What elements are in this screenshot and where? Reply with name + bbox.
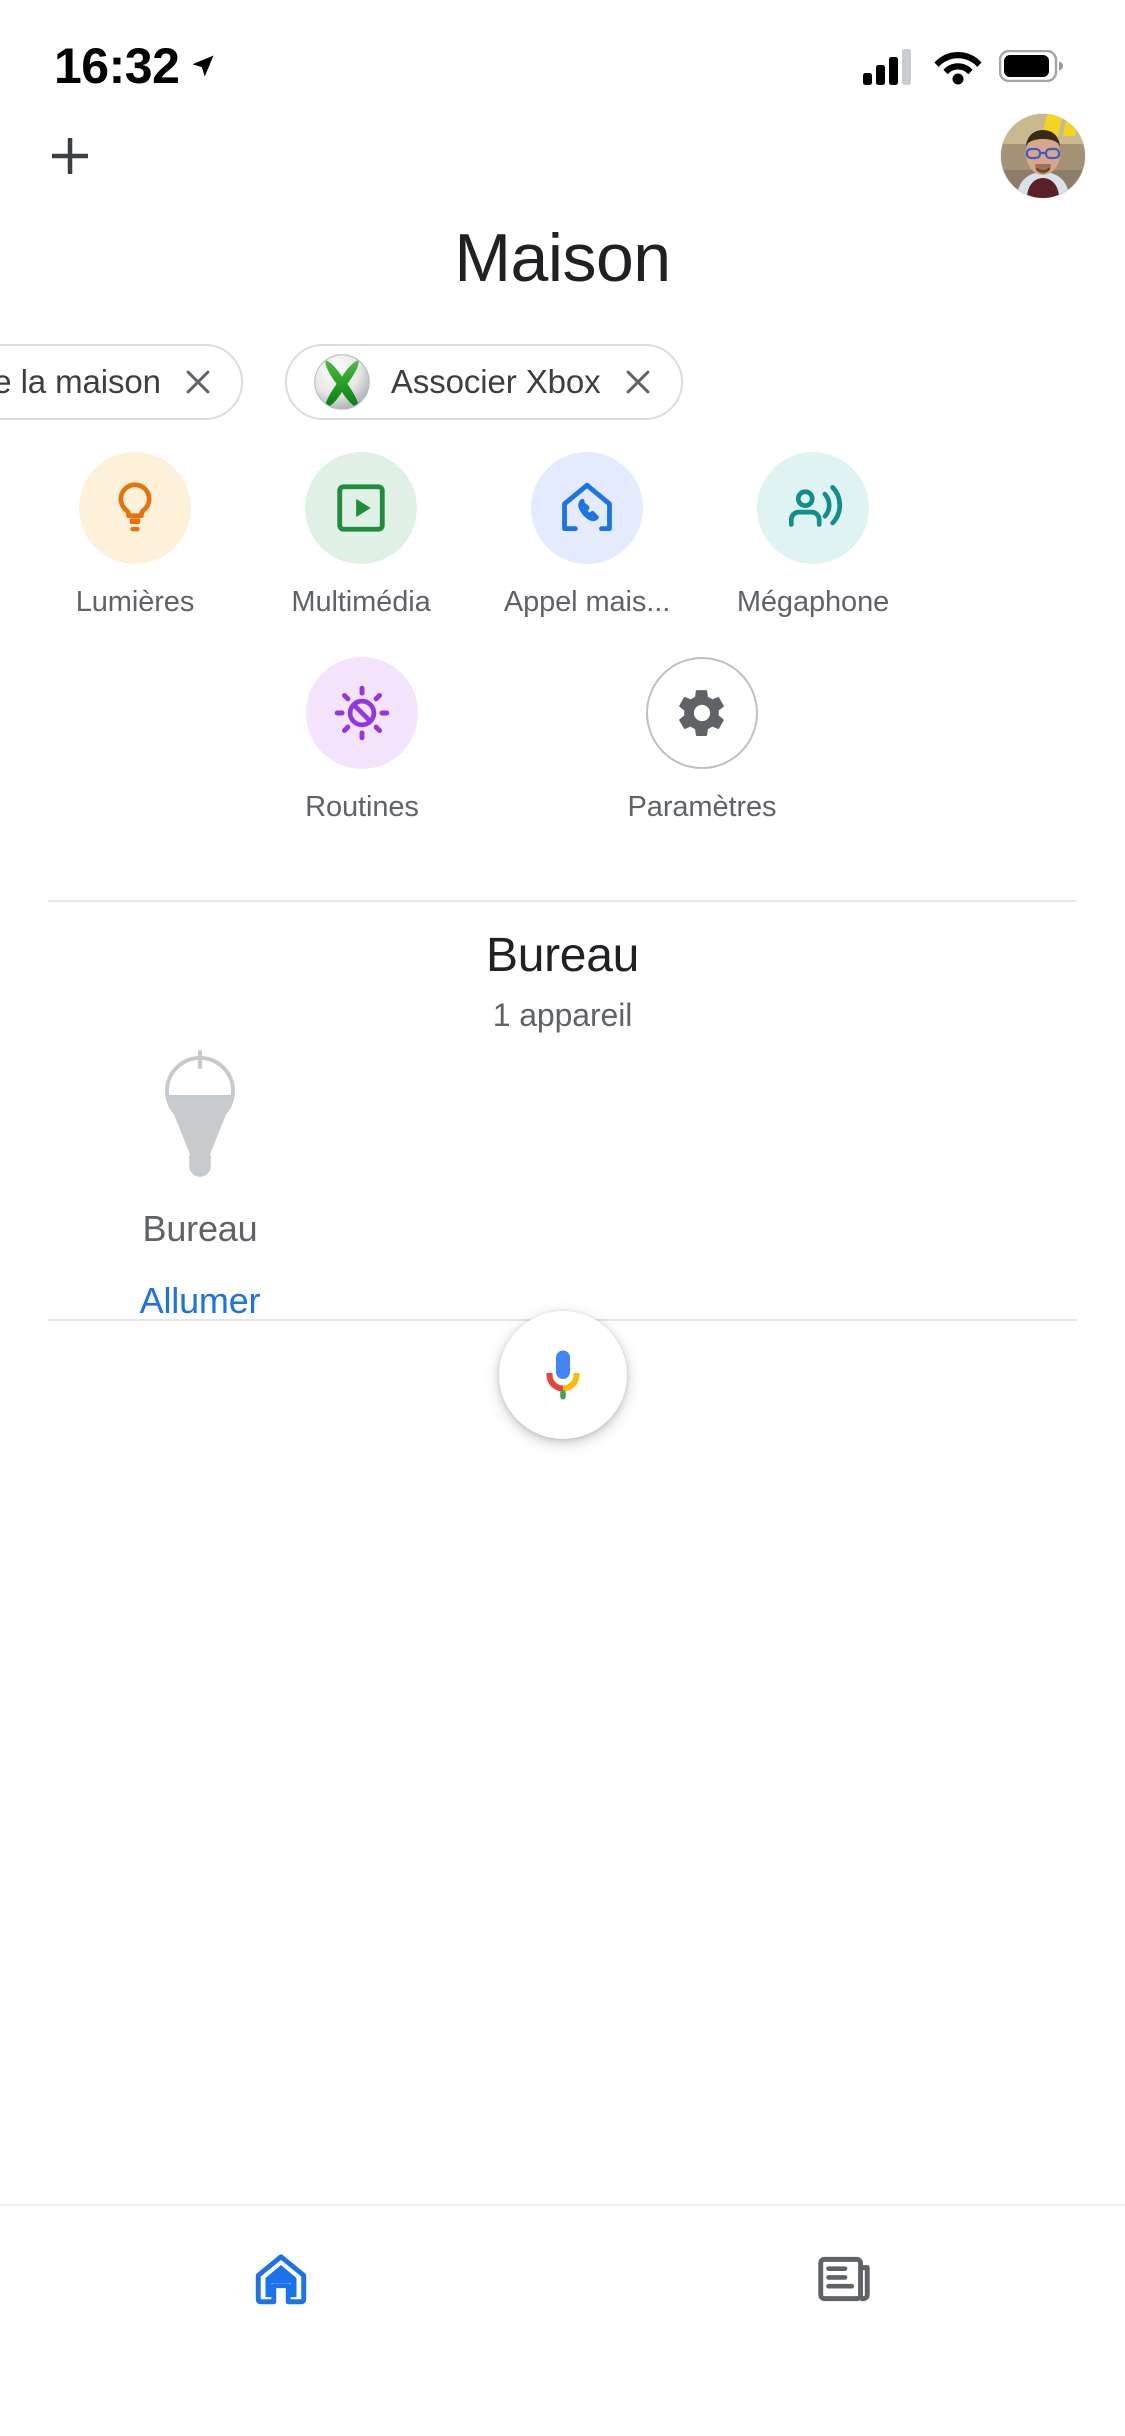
room-section-header: Bureau 1 appareil	[0, 928, 1125, 1034]
quick-action-megaphone-label: Mégaphone	[736, 586, 890, 618]
quick-action-multimedia[interactable]: Multimédia	[248, 452, 474, 619]
chip-link-xbox-label: Associer Xbox	[390, 363, 601, 400]
nav-item-feed[interactable]	[563, 2206, 1125, 2310]
quick-action-lumieres-label: Lumières	[75, 586, 195, 618]
status-bar-right	[863, 47, 1063, 85]
device-card-bureau[interactable]: Bureau Allumer	[96, 1040, 304, 1322]
quick-action-parametres-label: Paramètres	[627, 791, 777, 823]
quick-action-routines[interactable]: Routines	[192, 657, 532, 824]
xbox-logo-icon	[314, 354, 370, 410]
quick-action-parametres-circle	[646, 657, 758, 769]
close-icon[interactable]	[621, 365, 655, 399]
home-call-icon	[562, 482, 612, 532]
chip-join-home[interactable]: rejoindre la maison	[0, 344, 243, 420]
wifi-icon	[934, 52, 982, 85]
close-icon[interactable]	[181, 365, 215, 399]
quick-action-lumieres-circle	[79, 452, 191, 564]
lightbulb-icon	[118, 482, 152, 532]
broadcast-icon	[788, 485, 843, 527]
page-title: Maison	[454, 220, 671, 296]
quick-actions: Lumières Multimédia Appel mais... Mégaph…	[0, 452, 1125, 862]
quick-action-appel-maison-label: Appel mais...	[503, 586, 671, 618]
plus-icon	[52, 138, 88, 174]
gear-icon	[679, 690, 724, 736]
quick-action-appel-maison[interactable]: Appel mais...	[474, 452, 700, 619]
quick-action-parametres[interactable]: Paramètres	[532, 657, 872, 824]
media-play-icon	[337, 484, 385, 532]
routines-sun-icon	[334, 685, 390, 741]
room-device-count: 1 appareil	[492, 997, 633, 1033]
room-name: Bureau	[486, 929, 639, 982]
cellular-signal-icon	[863, 49, 911, 85]
quick-action-lumieres[interactable]: Lumières	[22, 452, 248, 619]
bottom-navigation	[0, 2204, 1125, 2436]
suggestion-chips: rejoindre la maison	[0, 344, 1125, 420]
quick-action-multimedia-circle	[305, 452, 417, 564]
chip-link-xbox[interactable]: Associer Xbox	[284, 344, 683, 420]
section-divider-top	[48, 900, 1077, 902]
pendant-lamp-icon	[165, 1050, 235, 1177]
device-name: Bureau	[142, 1208, 258, 1249]
quick-actions-row-1: Lumières Multimédia Appel mais... Mégaph…	[0, 452, 1125, 657]
status-bar-left: 16:32	[54, 37, 217, 95]
device-power-toggle[interactable]: Allumer	[140, 1280, 261, 1322]
home-icon	[256, 2254, 307, 2305]
chip-join-home-label: rejoindre la maison	[0, 363, 161, 400]
avatar[interactable]	[1001, 114, 1085, 198]
user-avatar	[1001, 114, 1085, 198]
assistant-button[interactable]	[498, 1311, 627, 1439]
google-assistant-mic-icon	[546, 1350, 579, 1400]
quick-action-routines-circle	[306, 657, 418, 769]
quick-action-megaphone[interactable]: Mégaphone	[700, 452, 926, 619]
battery-icon	[999, 50, 1063, 82]
nav-item-home[interactable]	[0, 2206, 563, 2310]
add-device-button[interactable]	[32, 118, 108, 194]
status-bar-clock: 16:32	[54, 38, 180, 94]
feed-icon	[818, 2256, 870, 2302]
location-arrow-icon	[192, 55, 214, 77]
quick-actions-row-2: Routines Paramètres	[0, 657, 1125, 862]
quick-action-routines-label: Routines	[305, 791, 419, 823]
app-header	[0, 96, 1125, 216]
quick-action-megaphone-circle	[757, 452, 869, 564]
quick-action-appel-maison-circle	[531, 452, 643, 564]
quick-action-multimedia-label: Multimédia	[291, 586, 431, 618]
